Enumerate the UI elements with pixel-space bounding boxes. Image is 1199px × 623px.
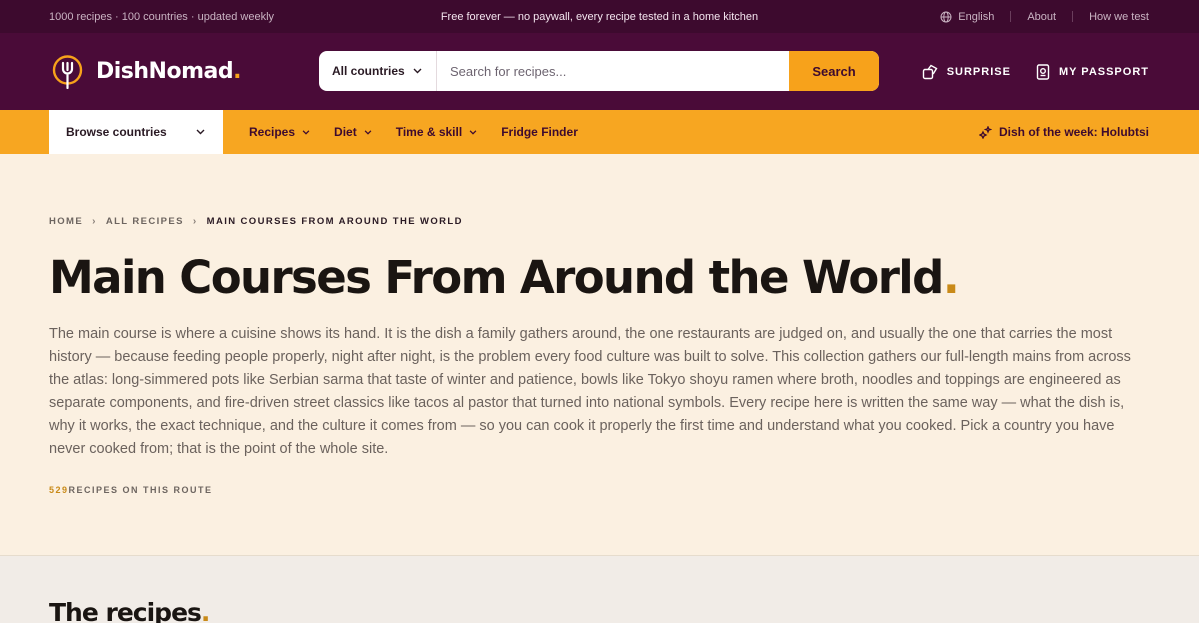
nav-label: Diet xyxy=(334,125,357,139)
chevron-right-icon: › xyxy=(192,216,198,227)
breadcrumb-all-recipes[interactable]: ALL RECIPES xyxy=(106,216,184,227)
main-nav: Browse countries Recipes Diet Time & ski… xyxy=(0,110,1199,154)
brand-name: DishNomad. xyxy=(96,59,241,84)
dish-of-week-label: Dish of the week: Holubtsi xyxy=(998,125,1149,139)
nav-label: Fridge Finder xyxy=(501,125,578,139)
nav-item-fridge-finder[interactable]: Fridge Finder xyxy=(501,125,578,139)
globe-icon xyxy=(940,11,952,22)
dice-icon xyxy=(922,64,938,79)
browse-countries-dropdown[interactable]: Browse countries xyxy=(49,110,223,154)
passport-label: MY PASSPORT xyxy=(1058,65,1149,78)
logo[interactable]: DishNomad. xyxy=(52,54,241,89)
nav-label: Time & skill xyxy=(395,125,463,139)
breadcrumb: HOME › ALL RECIPES › MAIN COURSES FROM A… xyxy=(49,216,1150,227)
fork-logo-icon xyxy=(52,54,83,89)
header-actions: SURPRISE MY PASSPORT xyxy=(922,33,1149,110)
breadcrumb-home[interactable]: HOME xyxy=(49,216,83,227)
chevron-down-icon xyxy=(302,129,310,135)
site-header: DishNomad. All countries Search SURPRISE… xyxy=(0,33,1199,110)
recipe-count-number: 529 xyxy=(49,484,69,495)
chevron-down-icon xyxy=(364,129,372,135)
nav-label: Recipes xyxy=(249,125,296,139)
search-button[interactable]: Search xyxy=(789,51,879,91)
recipe-count-label: RECIPES ON THIS ROUTE xyxy=(68,484,213,495)
sparkle-icon xyxy=(978,125,992,139)
nav-item-recipes[interactable]: Recipes xyxy=(249,125,310,139)
surprise-label: SURPRISE xyxy=(946,65,1011,78)
page-title: Main Courses From Around the World. xyxy=(49,251,960,304)
category-hero: HOME › ALL RECIPES › MAIN COURSES FROM A… xyxy=(0,154,1199,556)
recipes-section: The recipes. xyxy=(0,556,1199,623)
country-scope-dropdown[interactable]: All countries xyxy=(319,51,437,91)
chevron-down-icon xyxy=(196,129,205,135)
top-announcement-bar: 1000 recipes · 100 countries · updated w… xyxy=(0,0,1199,33)
breadcrumb-current: MAIN COURSES FROM AROUND THE WORLD xyxy=(206,216,463,227)
scope-label: All countries xyxy=(332,64,405,78)
search-input[interactable] xyxy=(437,51,789,91)
chevron-down-icon xyxy=(413,68,422,74)
passport-button[interactable]: MY PASSPORT xyxy=(1036,63,1149,80)
category-description: The main course is where a cuisine shows… xyxy=(49,325,1131,457)
nav-item-diet[interactable]: Diet xyxy=(334,125,372,139)
how-we-test-link[interactable]: How we test xyxy=(1089,11,1149,23)
language-selector[interactable]: English xyxy=(940,11,994,23)
about-link[interactable]: About xyxy=(1027,11,1056,23)
chevron-right-icon: › xyxy=(92,216,97,227)
section-heading: The recipes. xyxy=(49,598,210,623)
search-bar: All countries Search xyxy=(319,51,879,91)
language-label: English xyxy=(958,10,995,23)
divider xyxy=(1072,11,1074,22)
passport-icon xyxy=(1036,63,1050,80)
recipe-count: 529RECIPES ON THIS ROUTE xyxy=(49,485,1150,495)
divider xyxy=(1010,11,1012,22)
nav-item-time-skill[interactable]: Time & skill xyxy=(396,125,477,139)
surprise-button[interactable]: SURPRISE xyxy=(922,64,1011,80)
browse-label: Browse countries xyxy=(66,125,167,139)
site-stats: 1000 recipes · 100 countries · updated w… xyxy=(49,10,275,23)
top-links: English About How we test xyxy=(940,11,1149,23)
dish-of-week-link[interactable]: Dish of the week: Holubtsi xyxy=(978,110,1149,154)
chevron-down-icon xyxy=(469,129,477,135)
nav-links: Recipes Diet Time & skill Fridge Finder xyxy=(249,110,602,154)
